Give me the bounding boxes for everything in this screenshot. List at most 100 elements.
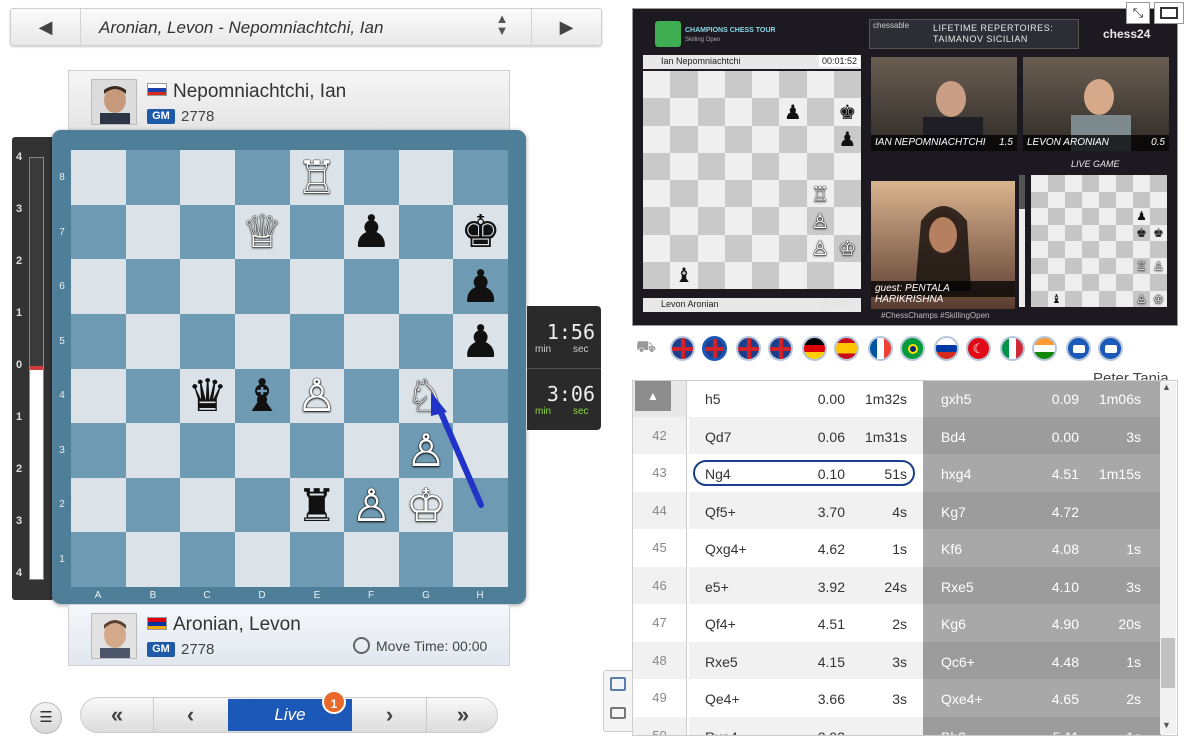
board-square[interactable] — [398, 150, 454, 205]
white-queen-icon[interactable]: ♕ — [242, 209, 282, 254]
first-move-button[interactable]: « — [81, 698, 153, 732]
video-stream[interactable]: CHAMPIONS CHESS TOUR Skilling Open chess… — [632, 8, 1178, 326]
black-move[interactable]: Rxe5 — [941, 579, 974, 595]
white-pawn-icon[interactable]: ♙ — [351, 483, 391, 528]
top-player-name[interactable]: Nepomniachtchi, Ian — [173, 81, 346, 103]
white-pawn-icon[interactable]: ♙ — [297, 373, 337, 418]
white-move-cell[interactable]: Qd7 0.06 1m31s — [689, 416, 923, 455]
turkey-flag-icon[interactable]: ☾ — [966, 336, 991, 361]
white-rook-icon[interactable]: ♖ — [297, 155, 337, 200]
board-square[interactable] — [453, 423, 508, 478]
last-move-button[interactable]: » — [427, 698, 499, 732]
list-view-icon[interactable] — [610, 677, 626, 691]
black-move-cell[interactable]: Bd4 0.00 3s — [923, 416, 1161, 455]
black-move-cell[interactable]: hxg4 4.51 1m15s — [923, 454, 1161, 492]
white-move-cell[interactable]: Ng4 0.10 51s — [689, 454, 923, 492]
black-move-cell[interactable]: Bb2 5.11 1s — [923, 716, 1161, 736]
brazil-flag-icon[interactable] — [900, 336, 925, 361]
black-move-cell[interactable]: Qxe4+ 4.65 2s — [923, 679, 1161, 717]
board-square[interactable] — [71, 532, 126, 587]
scroll-down-icon[interactable]: ▼ — [1162, 720, 1171, 730]
black-pawn-icon[interactable]: ♟ — [461, 264, 501, 309]
game-select-arrows-icon[interactable]: ▲ ▼ — [495, 12, 509, 37]
black-move[interactable]: Kf6 — [941, 541, 962, 557]
video-camera-icon[interactable]: ⛟ — [636, 336, 661, 361]
board-square[interactable]: ♟ — [344, 204, 399, 260]
board-square[interactable] — [344, 259, 399, 314]
board-square[interactable] — [453, 368, 508, 424]
board-square[interactable] — [71, 204, 126, 260]
white-move[interactable]: Qxg4+ — [705, 541, 747, 557]
next-game-button[interactable]: ▶ — [531, 9, 601, 45]
board-square[interactable] — [344, 150, 399, 205]
black-bishop-icon[interactable]: ♝ — [242, 373, 282, 418]
white-move[interactable]: Rxe5 — [705, 654, 738, 670]
board-square[interactable]: ♖ — [289, 150, 345, 205]
board-square[interactable]: ♛ — [180, 368, 235, 424]
collapse-moves-icon[interactable]: ▲ — [635, 381, 671, 411]
board-square[interactable]: ♚ — [453, 204, 508, 260]
black-move[interactable]: hxg4 — [941, 466, 971, 482]
board-square[interactable]: ♘ — [398, 368, 454, 424]
scroll-up-icon[interactable]: ▲ — [1162, 382, 1171, 392]
black-move[interactable]: Kg7 — [941, 504, 966, 520]
board-square[interactable] — [234, 150, 290, 205]
board-square[interactable] — [125, 313, 181, 369]
board-square[interactable] — [453, 477, 508, 533]
russia-flag-icon[interactable] — [934, 336, 959, 361]
board-square[interactable] — [180, 423, 235, 478]
board-square[interactable] — [71, 368, 126, 424]
france-flag-icon[interactable] — [868, 336, 893, 361]
board-square[interactable] — [289, 423, 345, 478]
board-square[interactable] — [180, 150, 235, 205]
previous-game-button[interactable]: ◀ — [11, 9, 81, 45]
game-title[interactable]: Aronian, Levon - Nepomniachtchi, Ian — [99, 18, 383, 38]
board-square[interactable] — [71, 259, 126, 314]
board-square[interactable] — [289, 204, 345, 260]
white-move[interactable]: Qf4+ — [705, 616, 736, 632]
white-pawn-icon[interactable]: ♙ — [406, 428, 446, 473]
board-square[interactable] — [289, 532, 345, 587]
white-move[interactable]: Qd7 — [705, 429, 731, 445]
white-move[interactable]: Qf5+ — [705, 504, 736, 520]
collapse-video-button[interactable]: ⤡ — [1126, 2, 1150, 24]
board-square[interactable] — [453, 150, 508, 205]
white-move[interactable]: e5+ — [705, 579, 729, 595]
board-square[interactable] — [234, 423, 290, 478]
bottom-player-name[interactable]: Aronian, Levon — [173, 614, 301, 636]
board-square[interactable] — [180, 532, 235, 587]
camera-stream-icon[interactable] — [1066, 336, 1091, 361]
white-move[interactable]: h5 — [705, 391, 721, 407]
board-square[interactable] — [125, 477, 181, 533]
board-square[interactable]: ♙ — [289, 368, 345, 424]
italy-flag-icon[interactable] — [1000, 336, 1025, 361]
board-square[interactable] — [234, 313, 290, 369]
board-square[interactable]: ♔ — [398, 477, 454, 533]
black-move[interactable]: Qc6+ — [941, 654, 975, 670]
board-square[interactable]: ♙ — [344, 477, 399, 533]
black-move[interactable]: Qxe4+ — [941, 691, 983, 707]
scrollbar-thumb[interactable] — [1161, 638, 1175, 688]
board-square[interactable] — [398, 259, 454, 314]
black-move-cell[interactable]: Qc6+ 4.48 1s — [923, 641, 1161, 680]
white-move[interactable]: Qe4+ — [705, 691, 740, 707]
board-square[interactable] — [180, 259, 235, 314]
board-square[interactable] — [234, 259, 290, 314]
black-move[interactable]: Kg6 — [941, 616, 966, 632]
spain-flag-icon[interactable] — [834, 336, 859, 361]
board-square[interactable] — [234, 477, 290, 533]
india-flag-icon[interactable] — [1032, 336, 1057, 361]
board-square[interactable] — [289, 313, 345, 369]
uk-flag-icon[interactable] — [768, 336, 793, 361]
black-move[interactable]: Bb2 — [941, 729, 966, 736]
uk-flag-icon[interactable] — [702, 336, 727, 361]
black-move-cell[interactable]: Kg7 4.72 — [923, 491, 1161, 530]
black-move-cell[interactable]: Kg6 4.90 20s — [923, 604, 1161, 642]
move-list-scrollbar[interactable]: ▲ ▼ — [1160, 382, 1176, 734]
board-square[interactable] — [125, 259, 181, 314]
board-square[interactable] — [71, 423, 126, 478]
white-move-cell[interactable]: Rxe5 4.15 3s — [689, 641, 923, 680]
board-square[interactable] — [125, 204, 181, 260]
black-pawn-icon[interactable]: ♟ — [351, 209, 391, 254]
white-move-cell[interactable]: Qf5+ 3.70 4s — [689, 491, 923, 530]
